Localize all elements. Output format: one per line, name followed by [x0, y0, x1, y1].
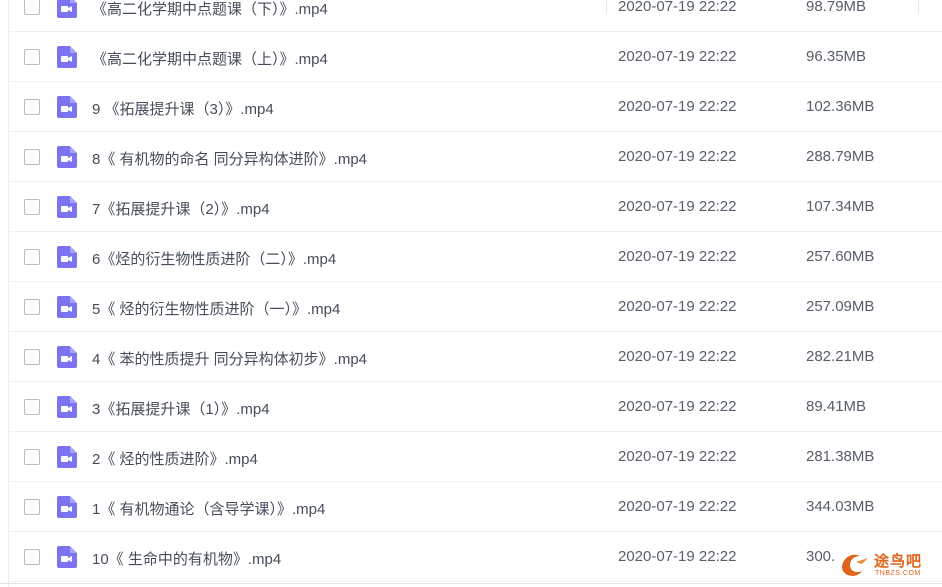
- file-date: 2020-07-19 22:22: [618, 0, 737, 15]
- row-checkbox[interactable]: [24, 149, 40, 165]
- file-size: 300.: [806, 548, 836, 565]
- row-checkbox[interactable]: [24, 249, 40, 265]
- row-checkbox[interactable]: [24, 499, 40, 515]
- video-file-icon: [57, 246, 77, 268]
- file-name[interactable]: 3《拓展提升课（1）》.mp4: [92, 398, 270, 419]
- file-size: 107.34MB: [806, 198, 875, 215]
- file-date: 2020-07-19 22:22: [618, 348, 737, 365]
- watermark-subtext: TNBZS.COM: [875, 570, 921, 577]
- file-size: 98.79MB: [806, 0, 867, 15]
- watermark-text: 途鸟吧: [874, 553, 923, 570]
- row-checkbox[interactable]: [24, 349, 40, 365]
- watermark-logo: 途鸟吧 TNBZS.COM: [838, 546, 938, 584]
- file-size: 288.79MB: [806, 148, 875, 165]
- video-file-icon: [57, 396, 77, 418]
- file-date: 2020-07-19 22:22: [618, 48, 737, 65]
- file-date: 2020-07-19 22:22: [618, 248, 737, 265]
- file-date: 2020-07-19 22:22: [618, 98, 737, 115]
- file-size: 281.38MB: [806, 448, 875, 465]
- file-name[interactable]: 4《 苯的性质提升 同分异构体初步》.mp4: [92, 348, 367, 369]
- row-checkbox[interactable]: [24, 99, 40, 115]
- watermark-bird-icon: [842, 554, 868, 576]
- row-checkbox[interactable]: [24, 0, 40, 15]
- file-row[interactable]: 9 《拓展提升课（3）》.mp4 2020-07-19 22:22 102.36MB: [0, 82, 942, 132]
- file-name[interactable]: 1《 有机物通论（含导学课）》.mp4: [92, 498, 325, 519]
- file-date: 2020-07-19 22:22: [618, 298, 737, 315]
- file-date: 2020-07-19 22:22: [618, 498, 737, 515]
- file-date: 2020-07-19 22:22: [618, 548, 737, 565]
- file-row[interactable]: 7《拓展提升课（2）》.mp4 2020-07-19 22:22 107.34MB: [0, 182, 942, 232]
- file-row[interactable]: 5《 烃的衍生物性质进阶（一）》.mp4 2020-07-19 22:22 257.…: [0, 282, 942, 332]
- file-row[interactable]: 2《 烃的性质进阶》.mp4 2020-07-19 22:22 281.38MB: [0, 432, 942, 482]
- file-size: 344.03MB: [806, 498, 875, 515]
- file-size: 257.60MB: [806, 248, 875, 265]
- row-checkbox[interactable]: [24, 549, 40, 565]
- file-size: 102.36MB: [806, 98, 875, 115]
- file-name[interactable]: 6《烃的衍生物性质进阶（二）》.mp4: [92, 248, 336, 269]
- video-file-icon: [57, 546, 77, 568]
- file-list: 《高二化学期中点题课（下）》.mp4 2020-07-19 22:22 98.79M…: [0, 0, 942, 582]
- row-checkbox[interactable]: [24, 299, 40, 315]
- bottom-border: [0, 583, 942, 584]
- file-row[interactable]: 10《 生命中的有机物》.mp4 2020-07-19 22:22 300.: [0, 532, 942, 582]
- file-size: 96.35MB: [806, 48, 867, 65]
- file-name[interactable]: 2《 烃的性质进阶》.mp4: [92, 448, 258, 469]
- file-name[interactable]: 《高二化学期中点题课（上）》.mp4: [92, 48, 328, 69]
- row-checkbox[interactable]: [24, 399, 40, 415]
- file-date: 2020-07-19 22:22: [618, 398, 737, 415]
- video-file-icon: [57, 346, 77, 368]
- row-checkbox[interactable]: [24, 199, 40, 215]
- file-row[interactable]: 4《 苯的性质提升 同分异构体初步》.mp4 2020-07-19 22:22 28…: [0, 332, 942, 382]
- file-name[interactable]: 10《 生命中的有机物》.mp4: [92, 548, 281, 569]
- file-name[interactable]: 8《 有机物的命名 同分异构体进阶》.mp4: [92, 148, 367, 169]
- file-size: 257.09MB: [806, 298, 875, 315]
- video-file-icon: [57, 296, 77, 318]
- video-file-icon: [57, 196, 77, 218]
- video-file-icon: [57, 96, 77, 118]
- file-name[interactable]: 7《拓展提升课（2）》.mp4: [92, 198, 270, 219]
- video-file-icon: [57, 46, 77, 68]
- file-date: 2020-07-19 22:22: [618, 448, 737, 465]
- file-row[interactable]: 3《拓展提升课（1）》.mp4 2020-07-19 22:22 89.41MB: [0, 382, 942, 432]
- file-row[interactable]: 6《烃的衍生物性质进阶（二）》.mp4 2020-07-19 22:22 257.6…: [0, 232, 942, 282]
- row-checkbox[interactable]: [24, 449, 40, 465]
- video-file-icon: [57, 0, 77, 18]
- file-size: 89.41MB: [806, 398, 867, 415]
- file-size: 282.21MB: [806, 348, 875, 365]
- video-file-icon: [57, 146, 77, 168]
- file-name[interactable]: 9 《拓展提升课（3）》.mp4: [92, 98, 274, 119]
- video-file-icon: [57, 446, 77, 468]
- row-checkbox[interactable]: [24, 49, 40, 65]
- file-name[interactable]: 《高二化学期中点题课（下）》.mp4: [92, 0, 328, 19]
- file-date: 2020-07-19 22:22: [618, 148, 737, 165]
- file-row[interactable]: 1《 有机物通论（含导学课）》.mp4 2020-07-19 22:22 344.0…: [0, 482, 942, 532]
- file-row[interactable]: 《高二化学期中点题课（上）》.mp4 2020-07-19 22:22 96.35M…: [0, 32, 942, 82]
- file-name[interactable]: 5《 烃的衍生物性质进阶（一）》.mp4: [92, 298, 340, 319]
- file-row[interactable]: 8《 有机物的命名 同分异构体进阶》.mp4 2020-07-19 22:22 28…: [0, 132, 942, 182]
- file-row[interactable]: 《高二化学期中点题课（下）》.mp4 2020-07-19 22:22 98.79M…: [0, 0, 942, 32]
- video-file-icon: [57, 496, 77, 518]
- file-date: 2020-07-19 22:22: [618, 198, 737, 215]
